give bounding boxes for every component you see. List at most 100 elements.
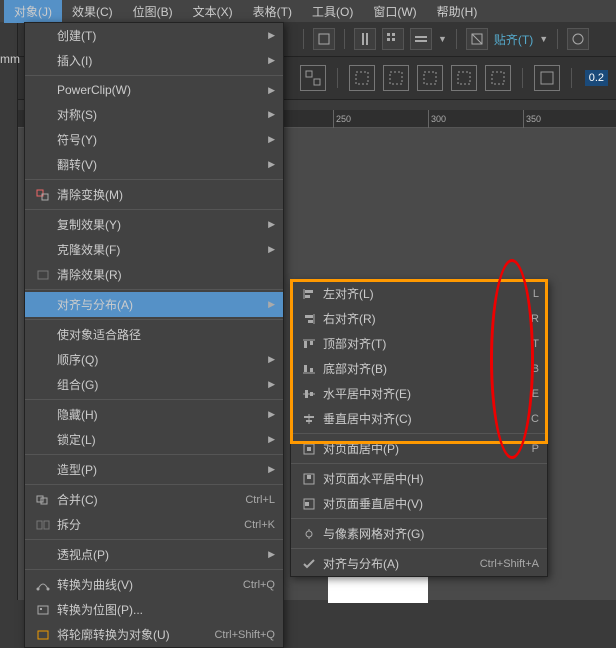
shape-icon[interactable]: [349, 65, 375, 91]
blank-icon: [33, 217, 53, 233]
menubar-item[interactable]: 窗口(W): [363, 0, 426, 23]
submenu-item-label: 底部对齐(B): [323, 360, 524, 377]
menubar-item[interactable]: 效果(C): [62, 0, 123, 23]
submenu-item[interactable]: 水平居中对齐(E)E: [291, 381, 547, 406]
menu-item-label: 将轮廓转换为对象(U): [57, 626, 206, 643]
menu-item[interactable]: 对齐与分布(A)▶: [25, 292, 283, 317]
menu-item-label: 创建(T): [57, 27, 268, 44]
check-icon: [299, 556, 319, 572]
shape-icon[interactable]: [485, 65, 511, 91]
submenu-item[interactable]: 右对齐(R)R: [291, 306, 547, 331]
align-l-icon: [299, 286, 319, 302]
submenu-item-label: 对页面垂直居中(V): [323, 495, 539, 512]
align-vc-icon: [299, 411, 319, 427]
menu-item-label: 使对象适合路径: [57, 326, 275, 343]
tool-icon[interactable]: [410, 28, 432, 50]
submenu-item[interactable]: 与像素网格对齐(G): [291, 521, 547, 546]
submenu-item[interactable]: 顶部对齐(T) T: [291, 331, 547, 356]
submenu-shortcut: C: [531, 413, 539, 425]
ruler-tick: 250: [333, 110, 351, 128]
unit-label: mm: [0, 52, 17, 66]
menubar-item[interactable]: 帮助(H): [427, 0, 488, 23]
menu-item[interactable]: 符号(Y)▶: [25, 127, 283, 152]
menu-item[interactable]: 转换为曲线(V)Ctrl+Q: [25, 572, 283, 597]
menu-item[interactable]: 锁定(L)▶: [25, 427, 283, 452]
menu-item-label: 造型(P): [57, 461, 268, 478]
submenu-item[interactable]: 对页面垂直居中(V): [291, 491, 547, 516]
snap-link[interactable]: 贴齐(T): [494, 31, 533, 48]
menu-item-label: 符号(Y): [57, 131, 268, 148]
tool-icon[interactable]: [313, 28, 335, 50]
tool-icon[interactable]: [382, 28, 404, 50]
submenu-item[interactable]: 垂直居中对齐(C)C: [291, 406, 547, 431]
menu-item-label: 复制效果(Y): [57, 216, 268, 233]
menu-item[interactable]: 创建(T)▶: [25, 23, 283, 48]
menu-item[interactable]: 转换为位图(P)...: [25, 597, 283, 622]
submenu-arrow-icon: ▶: [268, 55, 275, 66]
menubar-item[interactable]: 文本(X): [183, 0, 243, 23]
menu-item-label: 合并(C): [57, 491, 237, 508]
shape-icon[interactable]: [451, 65, 477, 91]
submenu-shortcut: P: [532, 443, 539, 455]
menu-item-label: 清除效果(R): [57, 266, 275, 283]
page-h-icon: [299, 471, 319, 487]
menu-item[interactable]: 合并(C)Ctrl+L: [25, 487, 283, 512]
grid-icon: [299, 526, 319, 542]
menu-item[interactable]: 翻转(V)▶: [25, 152, 283, 177]
submenu-shortcut: B: [532, 363, 539, 375]
blank-icon: [33, 28, 53, 44]
tool-icon[interactable]: [466, 28, 488, 50]
submenu-item-label: 对页面水平居中(H): [323, 470, 539, 487]
blank-icon: [33, 432, 53, 448]
shape-icon[interactable]: [534, 65, 560, 91]
menu-item[interactable]: 对称(S)▶: [25, 102, 283, 127]
curve-icon: [33, 577, 53, 593]
menu-item[interactable]: 克隆效果(F)▶: [25, 237, 283, 262]
menu-item-label: 对齐与分布(A): [57, 296, 268, 313]
submenu-item-label: 水平居中对齐(E): [323, 385, 524, 402]
submenu-arrow-icon: ▶: [268, 85, 275, 96]
submenu-item-label: 顶部对齐(T): [323, 335, 524, 352]
align-icon[interactable]: [300, 65, 326, 91]
bitmap-icon: [33, 602, 53, 618]
submenu-item[interactable]: 左对齐(L)L: [291, 281, 547, 306]
shape-icon[interactable]: [417, 65, 443, 91]
ruler-tick: 300: [428, 110, 446, 128]
blank-icon: [33, 53, 53, 69]
menu-item[interactable]: 清除变换(M): [25, 182, 283, 207]
split-icon: [33, 517, 53, 533]
submenu-item[interactable]: 对齐与分布(A)Ctrl+Shift+A: [291, 551, 547, 576]
menubar-item[interactable]: 位图(B): [123, 0, 183, 23]
submenu-item-label: 对齐与分布(A): [323, 555, 472, 572]
object-menu-dropdown: 创建(T)▶插入(I)▶PowerClip(W)▶对称(S)▶符号(Y)▶翻转(…: [24, 22, 284, 648]
menubar-item[interactable]: 工具(O): [302, 0, 363, 23]
menubar-item[interactable]: 表格(T): [243, 0, 302, 23]
menu-item-label: 克隆效果(F): [57, 241, 268, 258]
submenu-shortcut: T: [532, 338, 539, 350]
shape-icon[interactable]: [383, 65, 409, 91]
menu-item[interactable]: 插入(I)▶: [25, 48, 283, 73]
tool-icon[interactable]: [354, 28, 376, 50]
submenu-shortcut: R: [531, 313, 539, 325]
align-b-icon: [299, 361, 319, 377]
submenu-item-label: 与像素网格对齐(G): [323, 525, 539, 542]
submenu-item[interactable]: 底部对齐(B) B: [291, 356, 547, 381]
menu-item[interactable]: 隐藏(H)▶: [25, 402, 283, 427]
blank-icon: [33, 157, 53, 173]
blank-icon: [33, 377, 53, 393]
submenu-item[interactable]: 对页面居中(P)P: [291, 436, 547, 461]
menu-item[interactable]: PowerClip(W)▶: [25, 78, 283, 102]
menubar-item[interactable]: 对象(J): [4, 0, 62, 23]
menu-item[interactable]: 使对象适合路径: [25, 322, 283, 347]
menu-item[interactable]: 造型(P)▶: [25, 457, 283, 482]
menu-shortcut: Ctrl+K: [244, 519, 275, 531]
menu-item[interactable]: 透视点(P)▶: [25, 542, 283, 567]
menu-item[interactable]: 复制效果(Y)▶: [25, 212, 283, 237]
submenu-arrow-icon: ▶: [268, 549, 275, 560]
menu-item[interactable]: 将轮廓转换为对象(U)Ctrl+Shift+Q: [25, 622, 283, 647]
menu-item[interactable]: 组合(G)▶: [25, 372, 283, 397]
menu-item[interactable]: 顺序(Q)▶: [25, 347, 283, 372]
value-field[interactable]: 0.2: [585, 70, 608, 86]
submenu-item[interactable]: 对页面水平居中(H): [291, 466, 547, 491]
tool-icon[interactable]: [567, 28, 589, 50]
